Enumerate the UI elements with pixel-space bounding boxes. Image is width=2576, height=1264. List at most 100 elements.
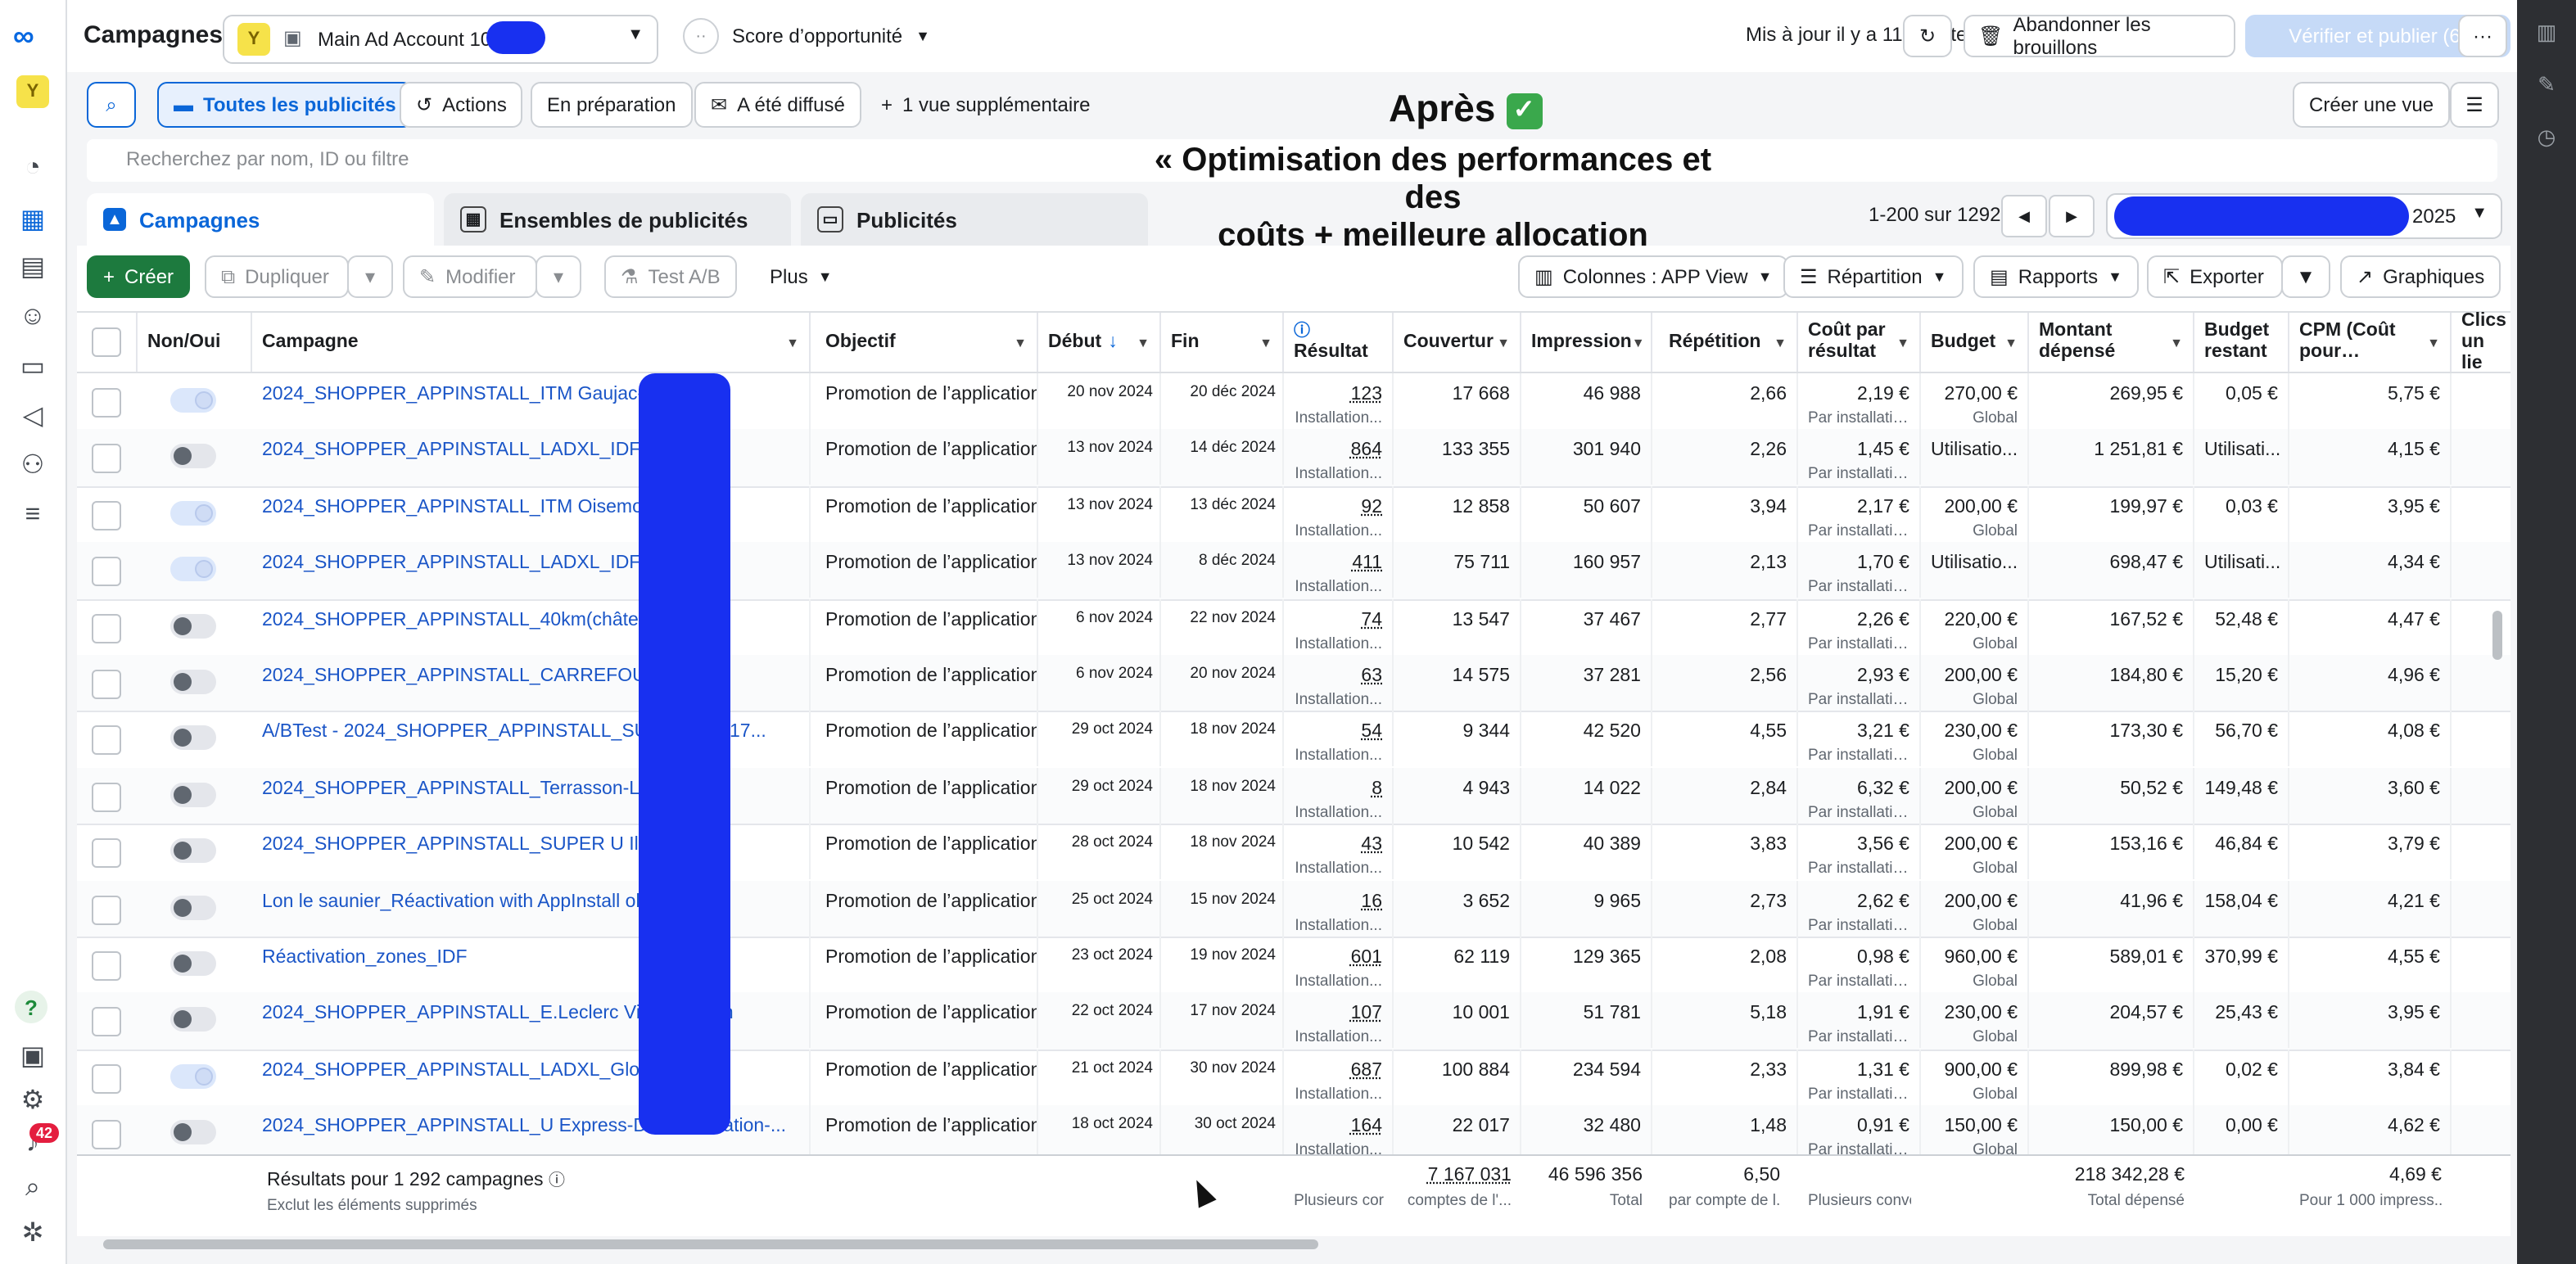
tab-campaigns[interactable]: ▲ Campagnes <box>87 193 434 246</box>
column-header-budget-remaining[interactable]: Budget restant <box>2194 313 2289 372</box>
create-view-button[interactable]: Créer une vue <box>2293 82 2451 128</box>
account-avatar[interactable]: Y <box>16 75 49 108</box>
ab-test-button[interactable]: ⚗ Test A/B <box>604 255 737 298</box>
meta-logo-icon[interactable]: ∞ <box>13 20 34 54</box>
row-checkbox[interactable] <box>92 670 121 699</box>
row-checkbox[interactable] <box>92 725 121 756</box>
edit-pencil-icon[interactable]: ✎ <box>2533 72 2560 98</box>
table-row[interactable]: 2024_SHOPPER_APPINSTALL_LADXL_IDF_EMO Pro… <box>77 429 2510 488</box>
duplicate-dropdown[interactable]: ▾ <box>347 255 393 298</box>
column-header-amount-spent[interactable]: Montant dépensé ▼ <box>2029 313 2194 372</box>
result-value[interactable]: 107 <box>1351 1004 1382 1024</box>
news-icon[interactable]: ▣ <box>16 1040 49 1072</box>
view-settings-button[interactable]: ☰ <box>2450 82 2499 128</box>
campaign-toggle[interactable] <box>170 500 216 526</box>
row-checkbox[interactable] <box>92 557 121 587</box>
view-in-preparation[interactable]: En préparation <box>531 82 693 128</box>
row-checkbox[interactable] <box>92 838 121 869</box>
view-actions[interactable]: ↺ Actions <box>400 82 523 128</box>
column-header-objective[interactable]: Objectif ▼ <box>816 313 1038 372</box>
select-all-checkbox[interactable] <box>92 327 121 357</box>
result-value[interactable]: 164 <box>1351 1117 1382 1136</box>
charts-button[interactable]: ↗ Graphiques <box>2340 255 2501 298</box>
prev-page-button[interactable]: ◀ <box>2001 195 2047 237</box>
menu-icon[interactable]: ≡ <box>16 499 49 532</box>
view-more-views[interactable]: +1 vue supplémentaire <box>866 82 1105 128</box>
row-checkbox[interactable] <box>92 613 121 643</box>
campaign-toggle[interactable] <box>170 1120 216 1145</box>
column-header-clicks[interactable]: Clics un lie <box>2452 310 2510 372</box>
result-value[interactable]: 63 <box>1361 666 1382 686</box>
chart-icon[interactable]: ▥ <box>2533 20 2560 46</box>
table-row[interactable]: 2024_SHOPPER_APPINSTALL_ITM Oisemont-1 Pr… <box>77 485 2510 544</box>
campaigns-table-icon[interactable]: ▦ <box>16 203 49 236</box>
edit-button[interactable]: ✎ Modifier <box>403 255 537 298</box>
column-header-cost-per-result[interactable]: Coût par résultat ▼ <box>1798 313 1921 372</box>
audiences-icon[interactable]: ☺ <box>16 301 49 334</box>
campaign-toggle[interactable] <box>170 782 216 807</box>
result-value[interactable]: 54 <box>1361 723 1382 743</box>
billing-icon[interactable]: ▭ <box>16 350 49 383</box>
date-range-picker[interactable]: 2025 ▼ <box>2106 193 2502 239</box>
campaign-toggle[interactable] <box>170 388 216 413</box>
search-button[interactable]: ⌕ <box>87 82 136 128</box>
row-checkbox[interactable] <box>92 782 121 812</box>
campaign-toggle[interactable] <box>170 557 216 582</box>
column-header-campaign[interactable]: Campagne ▼ <box>252 313 811 372</box>
column-header-impressions[interactable]: Impression ▼ <box>1521 313 1652 372</box>
table-row[interactable]: 2024_SHOPPER_APPINSTALL_CARREFOUR Tre Pro… <box>77 655 2510 713</box>
result-value[interactable]: 74 <box>1361 610 1382 630</box>
create-button[interactable]: + Créer <box>87 255 191 298</box>
row-checkbox[interactable] <box>92 1063 121 1094</box>
edit-dropdown[interactable]: ▾ <box>536 255 581 298</box>
view-delivered[interactable]: ✉ A été diffusé <box>694 82 861 128</box>
reports-icon[interactable]: ▤ <box>16 251 49 283</box>
row-checkbox[interactable] <box>92 895 121 925</box>
more-button[interactable]: Plus ▼ <box>755 255 847 298</box>
reports-button[interactable]: ▤ Rapports ▼ <box>1973 255 2139 298</box>
integrations-icon[interactable]: ⚇ <box>16 449 49 481</box>
export-button[interactable]: ⇱ Exporter <box>2147 255 2283 298</box>
result-value[interactable]: 601 <box>1351 948 1382 968</box>
table-row[interactable]: 2024_SHOPPER_APPINSTALL_ITM Gaujac-20km P… <box>77 373 2510 431</box>
campaign-toggle[interactable] <box>170 1063 216 1089</box>
column-header-end[interactable]: Fin ▼ <box>1161 313 1284 372</box>
horizontal-scrollbar[interactable] <box>103 1239 1318 1249</box>
next-page-button[interactable]: ▶ <box>2049 195 2095 237</box>
campaign-toggle[interactable] <box>170 613 216 639</box>
result-value[interactable]: 8 <box>1372 779 1382 799</box>
result-value[interactable]: 411 <box>1352 553 1382 573</box>
tab-ads[interactable]: ▭ Publicités <box>801 193 1148 246</box>
campaign-toggle[interactable] <box>170 1007 216 1032</box>
row-checkbox[interactable] <box>92 1007 121 1037</box>
campaign-toggle[interactable] <box>170 895 216 920</box>
opportunity-score[interactable]: ·· Score d’opportunité ▼ <box>683 18 930 54</box>
search-input[interactable] <box>123 146 1112 172</box>
result-value[interactable]: 687 <box>1351 1061 1382 1081</box>
row-checkbox[interactable] <box>92 500 121 530</box>
result-value[interactable]: 92 <box>1361 498 1382 517</box>
more-options-button[interactable]: ··· <box>2458 15 2507 57</box>
account-selector[interactable]: Y ▣ Main Ad Account 101 ▼ <box>223 15 658 64</box>
row-checkbox[interactable] <box>92 388 121 418</box>
dashboard-icon[interactable]: ◔ <box>16 152 49 185</box>
campaign-toggle[interactable] <box>170 725 216 751</box>
row-checkbox[interactable] <box>92 444 121 474</box>
info-icon[interactable]: ⓘ <box>549 1172 565 1190</box>
campaign-toggle[interactable] <box>170 670 216 694</box>
campaign-toggle[interactable] <box>170 444 216 469</box>
row-checkbox[interactable] <box>92 951 121 981</box>
column-header-frequency[interactable]: Répétition ▼ <box>1659 313 1798 372</box>
result-value[interactable]: 123 <box>1351 385 1382 404</box>
table-row[interactable]: 2024_SHOPPER_APPINSTALL_SUPER U Ille-su P… <box>77 824 2510 883</box>
table-row[interactable]: 2024_SHOPPER_APPINSTALL_40km(château-sur… <box>77 598 2510 657</box>
tab-adsets[interactable]: ▦ Ensembles de publicités <box>444 193 791 246</box>
table-row[interactable]: Réactivation_zones_IDF Promotion de l’app… <box>77 937 2510 995</box>
discard-drafts-button[interactable]: 🗑 Abandonner les brouillons <box>1964 13 2235 59</box>
result-value[interactable]: 16 <box>1361 892 1382 911</box>
bug-report-icon[interactable]: ✲ <box>16 1217 49 1249</box>
settings-gear-icon[interactable]: ⚙ <box>16 1084 49 1117</box>
column-header-toggle[interactable]: Non/Oui <box>138 313 252 372</box>
columns-button[interactable]: ▥ Colonnes : APP View ▼ <box>1518 255 1789 298</box>
table-row[interactable]: 2024_SHOPPER_APPINSTALL_E.Leclerc Vitry-… <box>77 992 2510 1051</box>
